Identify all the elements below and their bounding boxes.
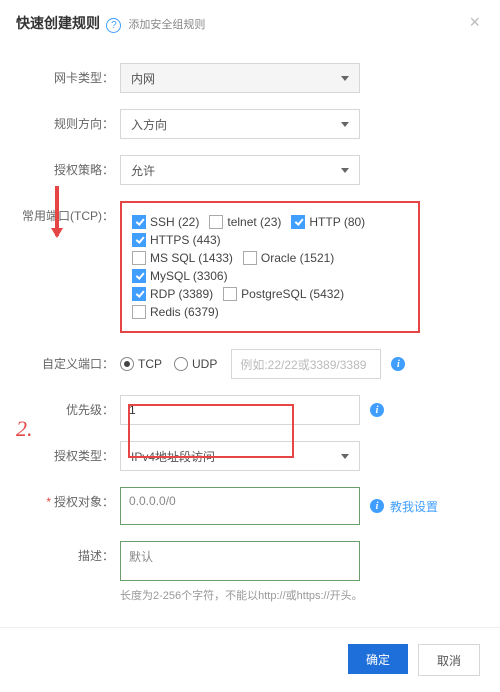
priority-input[interactable]: 1 bbox=[120, 395, 360, 425]
dialog-subtitle: 添加安全组规则 bbox=[128, 19, 205, 31]
direction-select[interactable]: 入方向 bbox=[120, 109, 360, 139]
help-icon[interactable]: ? bbox=[106, 18, 121, 33]
dialog-header: 快速创建规则 ? 添加安全组规则 × bbox=[0, 0, 500, 45]
label-description: 描述： bbox=[0, 541, 120, 564]
label-common-ports: 常用端口(TCP)： bbox=[0, 201, 120, 224]
checkbox-icon bbox=[209, 215, 223, 229]
info-icon[interactable]: i bbox=[391, 357, 405, 371]
annotation-2: 2. bbox=[16, 416, 33, 442]
chevron-down-icon bbox=[341, 122, 349, 127]
direction-value: 入方向 bbox=[131, 116, 167, 133]
checkbox-icon bbox=[132, 233, 146, 247]
description-input[interactable]: 默认 bbox=[120, 541, 360, 581]
common-ports-group: SSH (22) telnet (23) HTTP (80) HTTPS (443) M… bbox=[120, 201, 420, 333]
info-icon[interactable]: i bbox=[370, 499, 384, 513]
checkbox-icon bbox=[132, 251, 146, 265]
port-checkbox[interactable]: MS SQL (1433) bbox=[132, 251, 233, 265]
label-custom-port: 自定义端口： bbox=[0, 349, 120, 372]
dialog-body: 网卡类型： 内网 规则方向： 入方向 授权策略： 允许 bbox=[0, 45, 500, 627]
policy-select[interactable]: 允许 bbox=[120, 155, 360, 185]
checkbox-icon bbox=[132, 269, 146, 283]
label-auth-object: 授权对象： bbox=[0, 487, 120, 510]
checkbox-icon bbox=[223, 287, 237, 301]
dialog-title: 快速创建规则 bbox=[16, 15, 100, 31]
label-direction: 规则方向： bbox=[0, 109, 120, 132]
checkbox-icon bbox=[291, 215, 305, 229]
custom-port-input[interactable]: 例如:22/22或3389/3389 bbox=[231, 349, 381, 379]
port-checkbox[interactable]: telnet (23) bbox=[209, 215, 281, 229]
port-checkbox[interactable]: Redis (6379) bbox=[132, 305, 219, 319]
nic-type-value: 内网 bbox=[131, 70, 155, 87]
radio-icon bbox=[120, 357, 134, 371]
close-icon[interactable]: × bbox=[465, 12, 484, 33]
port-checkbox[interactable]: PostgreSQL (5432) bbox=[223, 287, 344, 301]
cancel-button[interactable]: 取消 bbox=[418, 644, 480, 676]
port-checkbox[interactable]: RDP (3389) bbox=[132, 287, 213, 301]
protocol-tcp-radio[interactable]: TCP bbox=[120, 357, 162, 371]
protocol-udp-radio[interactable]: UDP bbox=[174, 357, 217, 371]
radio-icon bbox=[174, 357, 188, 371]
label-nic-type: 网卡类型： bbox=[0, 63, 120, 86]
checkbox-icon bbox=[132, 215, 146, 229]
dialog-footer: 确定 取消 bbox=[0, 627, 500, 692]
auth-type-select[interactable]: IPv4地址段访问 bbox=[120, 441, 360, 471]
ok-button[interactable]: 确定 bbox=[348, 644, 408, 674]
auth-object-input[interactable]: 0.0.0.0/0 bbox=[120, 487, 360, 525]
label-priority: 优先级： bbox=[0, 395, 120, 418]
description-hint: 长度为2-256个字符，不能以http://或https://开头。 bbox=[120, 587, 363, 603]
info-icon[interactable]: i bbox=[370, 403, 384, 417]
teach-me-link[interactable]: 教我设置 bbox=[390, 498, 438, 515]
port-checkbox[interactable]: HTTPS (443) bbox=[132, 233, 221, 247]
label-auth-type: 授权类型： bbox=[0, 441, 120, 464]
checkbox-icon bbox=[132, 305, 146, 319]
label-policy: 授权策略： bbox=[0, 155, 120, 178]
port-checkbox[interactable]: HTTP (80) bbox=[291, 215, 365, 229]
checkbox-icon bbox=[132, 287, 146, 301]
port-checkbox[interactable]: MySQL (3306) bbox=[132, 269, 228, 283]
chevron-down-icon bbox=[341, 168, 349, 173]
auth-type-value: IPv4地址段访问 bbox=[131, 448, 215, 465]
port-checkbox[interactable]: Oracle (1521) bbox=[243, 251, 334, 265]
port-checkbox[interactable]: SSH (22) bbox=[132, 215, 199, 229]
chevron-down-icon bbox=[341, 454, 349, 459]
nic-type-select[interactable]: 内网 bbox=[120, 63, 360, 93]
checkbox-icon bbox=[243, 251, 257, 265]
policy-value: 允许 bbox=[131, 162, 155, 179]
quick-create-rule-dialog: 快速创建规则 ? 添加安全组规则 × 网卡类型： 内网 规则方向： 入方向 bbox=[0, 0, 500, 692]
annotation-arrow bbox=[55, 186, 59, 236]
chevron-down-icon bbox=[341, 76, 349, 81]
